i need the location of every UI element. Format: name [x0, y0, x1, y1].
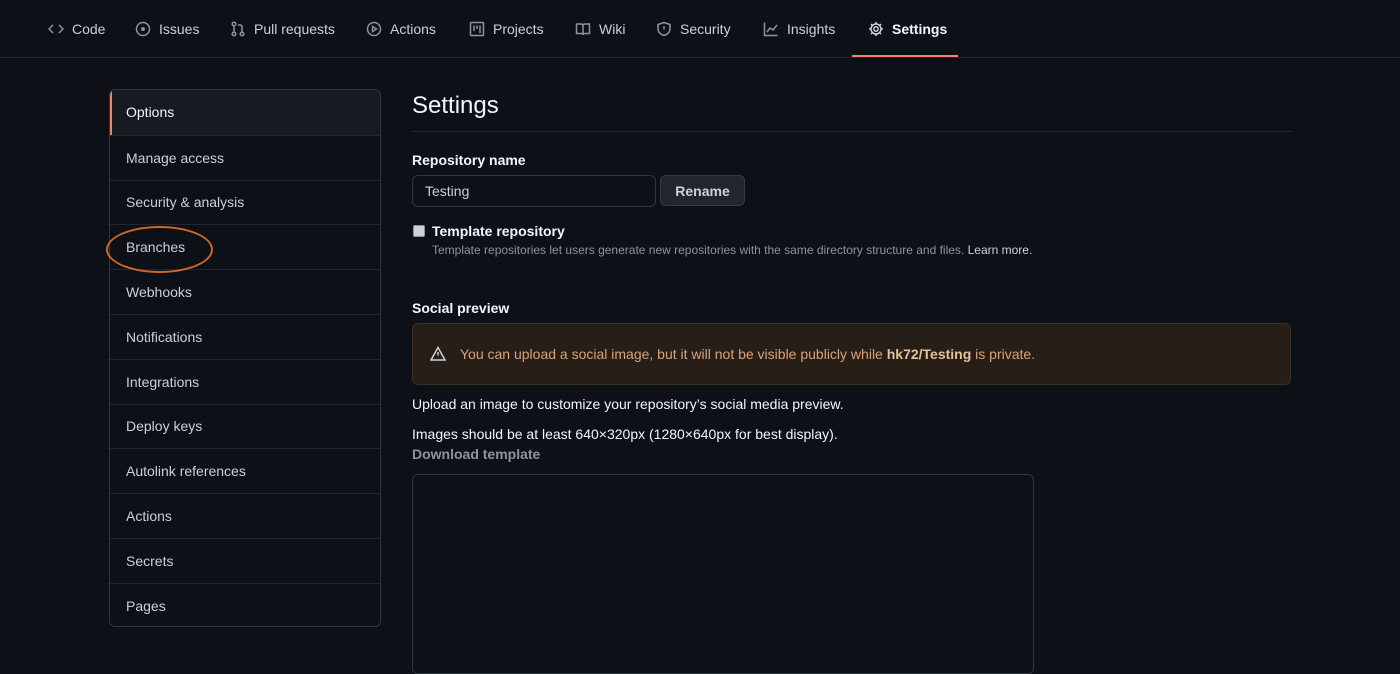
- sidebar-item-secrets[interactable]: Secrets: [110, 537, 380, 583]
- sidebar-item-label: Notifications: [126, 328, 203, 345]
- upload-instructions: Upload an image to customize your reposi…: [412, 396, 844, 412]
- sidebar-item-security-analysis[interactable]: Security & analysis: [110, 179, 380, 225]
- template-help-body: Template repositories let users generate…: [432, 243, 965, 257]
- sidebar-item-actions[interactable]: Actions: [110, 493, 380, 538]
- tab-wiki[interactable]: Wiki: [573, 0, 627, 58]
- title-divider: [412, 131, 1292, 132]
- social-preview-label: Social preview: [412, 300, 510, 316]
- selected-tab-indicator: [852, 55, 958, 57]
- warning-repo: hk72/Testing: [886, 346, 972, 362]
- tab-insights[interactable]: Insights: [761, 0, 837, 58]
- tab-label: Projects: [493, 21, 544, 37]
- issue-icon: [135, 21, 151, 37]
- sidebar-item-integrations[interactable]: Integrations: [110, 358, 380, 404]
- sidebar-item-label: Security & analysis: [126, 194, 245, 211]
- gear-icon: [869, 22, 883, 36]
- tab-label: Pull requests: [254, 21, 335, 37]
- tab-label: Code: [72, 21, 106, 37]
- warning-prefix: You can upload a social image, but it wi…: [460, 346, 883, 362]
- alert-icon: [430, 346, 446, 361]
- tab-pull-requests[interactable]: Pull requests: [228, 0, 337, 58]
- social-preview-dropzone[interactable]: [412, 474, 1034, 674]
- sidebar-item-autolink-references[interactable]: Autolink references: [110, 448, 380, 493]
- repo-name-input[interactable]: [412, 175, 656, 207]
- tab-security[interactable]: Security: [654, 0, 733, 58]
- tab-label: Settings: [892, 21, 948, 37]
- tab-code[interactable]: Code: [46, 0, 107, 58]
- tab-label: Actions: [390, 21, 436, 37]
- sidebar-item-label: Actions: [126, 508, 172, 525]
- sidebar-item-label: Integrations: [126, 373, 200, 390]
- sidebar-item-label: Pages: [126, 597, 166, 614]
- sidebar-item-label: Options: [126, 104, 175, 121]
- sidebar-item-label: Manage access: [126, 149, 225, 166]
- sidebar-item-options[interactable]: Options: [110, 90, 380, 135]
- play-icon: [366, 21, 382, 37]
- sidebar-item-label: Autolink references: [126, 463, 246, 480]
- template-help-text: Template repositories let users generate…: [432, 243, 1032, 257]
- project-icon: [469, 21, 485, 37]
- tab-settings[interactable]: Settings: [866, 0, 949, 58]
- learn-more-link[interactable]: Learn more.: [968, 243, 1033, 257]
- tab-label: Issues: [159, 21, 200, 37]
- tab-label: Wiki: [599, 21, 626, 37]
- pull-request-icon: [231, 21, 245, 37]
- tab-projects[interactable]: Projects: [467, 0, 546, 58]
- sidebar-item-webhooks[interactable]: Webhooks: [110, 269, 380, 314]
- sidebar-item-label: Secrets: [126, 552, 174, 569]
- sidebar-item-pages[interactable]: Pages: [110, 582, 380, 626]
- template-repository-label: Template repository: [432, 223, 565, 239]
- sidebar-item-branches[interactable]: Branches: [110, 224, 380, 269]
- tab-label: Insights: [787, 21, 836, 37]
- tab-actions[interactable]: Actions: [364, 0, 438, 58]
- book-icon: [575, 23, 591, 36]
- tab-label: Security: [680, 21, 731, 37]
- settings-sidebar: Options Manage access Security & analysi…: [109, 89, 381, 627]
- page-title: Settings: [412, 92, 499, 119]
- rename-button[interactable]: Rename: [660, 175, 745, 206]
- warning-text: You can upload a social image, but it wi…: [460, 346, 1035, 362]
- image-size-note: Images should be at least 640×320px (128…: [412, 426, 838, 442]
- private-repo-warning: You can upload a social image, but it wi…: [412, 323, 1291, 385]
- repo-name-label: Repository name: [412, 152, 526, 168]
- repo-nav: Code Issues Pull requests Actions Projec…: [0, 0, 1400, 58]
- sidebar-item-notifications[interactable]: Notifications: [110, 313, 380, 359]
- shield-icon: [657, 21, 671, 37]
- tab-issues[interactable]: Issues: [133, 0, 201, 58]
- sidebar-item-label: Webhooks: [126, 284, 192, 301]
- sidebar-item-label: Deploy keys: [126, 418, 203, 435]
- code-icon: [48, 24, 64, 34]
- sidebar-item-deploy-keys[interactable]: Deploy keys: [110, 403, 380, 449]
- template-repository-checkbox[interactable]: [413, 225, 425, 237]
- warning-suffix: is private.: [975, 346, 1036, 362]
- graph-icon: [763, 22, 778, 37]
- download-template-link[interactable]: Download template: [412, 446, 540, 462]
- sidebar-item-label: Branches: [126, 239, 186, 256]
- sidebar-item-manage-access[interactable]: Manage access: [110, 134, 380, 180]
